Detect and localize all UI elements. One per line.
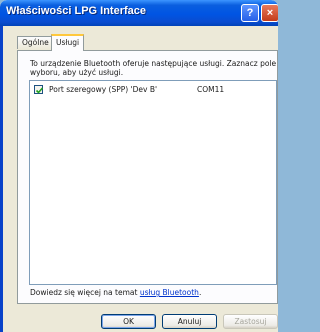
window-title: Właściwości LPG Interface bbox=[6, 5, 146, 17]
more-info-text: Dowiedz się więcej na temat usług Blueto… bbox=[30, 288, 201, 297]
cancel-button[interactable]: Anuluj bbox=[162, 314, 217, 329]
close-button[interactable]: × bbox=[261, 4, 278, 22]
checkmark-icon bbox=[35, 87, 44, 94]
bluetooth-services-link[interactable]: usług Bluetooth bbox=[140, 288, 199, 297]
window-frame bbox=[0, 26, 3, 332]
list-item[interactable]: Port szeregowy (SPP) 'Dev B' COM11 bbox=[34, 84, 274, 96]
apply-button[interactable]: Zastosuj bbox=[223, 314, 278, 329]
properties-dialog: Właściwości LPG Interface ? × Ogólne Usł… bbox=[0, 0, 278, 332]
services-description: To urządzenie Bluetooth oferuje następuj… bbox=[30, 59, 277, 77]
more-info-suffix: . bbox=[198, 288, 202, 297]
ok-button[interactable]: OK bbox=[101, 314, 156, 329]
title-bar[interactable]: Właściwości LPG Interface ? × bbox=[0, 0, 278, 26]
services-panel: To urządzenie Bluetooth oferuje następuj… bbox=[17, 50, 278, 304]
tab-services[interactable]: Usługi bbox=[51, 34, 84, 51]
more-info-prefix: Dowiedz się więcej na temat bbox=[30, 288, 140, 297]
service-name: Port szeregowy (SPP) 'Dev B' bbox=[49, 85, 158, 94]
help-button[interactable]: ? bbox=[241, 4, 259, 22]
services-list[interactable]: Port szeregowy (SPP) 'Dev B' COM11 bbox=[29, 80, 277, 285]
service-checkbox[interactable] bbox=[34, 85, 44, 94]
service-port: COM11 bbox=[197, 85, 225, 94]
tab-general[interactable]: Ogólne bbox=[17, 36, 52, 49]
